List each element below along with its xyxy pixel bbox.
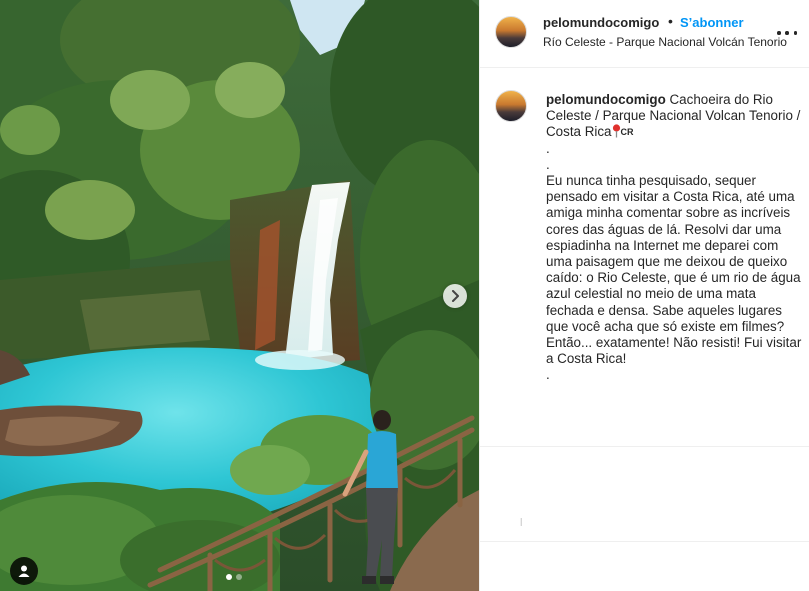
header-separator: • xyxy=(668,13,673,29)
more-dot-icon xyxy=(777,31,781,35)
flag-code: CR xyxy=(620,127,634,138)
more-options-button[interactable] xyxy=(777,26,797,40)
carousel-indicator xyxy=(226,574,242,580)
caption-avatar[interactable] xyxy=(495,90,527,122)
more-dot-icon xyxy=(793,31,797,35)
more-dot-icon xyxy=(785,31,789,35)
carousel-dot-active xyxy=(226,574,232,580)
tagged-users-button[interactable] xyxy=(10,557,38,585)
location-link[interactable]: Río Celeste - Parque Nacional Volcán Ten… xyxy=(543,35,787,49)
caption-body: Eu nunca tinha pesquisado, sequer pensad… xyxy=(546,173,802,367)
caption-dot: . xyxy=(546,156,550,172)
carousel-dot xyxy=(236,574,242,580)
comments-section[interactable]: pelomundocomigo Cachoeira do Rio Celeste… xyxy=(480,68,809,446)
waterfall-photo xyxy=(0,0,479,591)
faded-text: Ɩ xyxy=(520,517,523,529)
carousel-next-button[interactable] xyxy=(443,284,467,308)
post-caption: pelomundocomigo Cachoeira do Rio Celeste… xyxy=(546,92,802,384)
divider xyxy=(480,541,809,542)
caption-dot: . xyxy=(546,367,550,383)
caption-dot: . xyxy=(546,140,550,156)
caption-username[interactable]: pelomundocomigo xyxy=(546,92,666,107)
post-media[interactable] xyxy=(0,0,479,591)
instagram-post: pelomundocomigo • S’abonner Río Celeste … xyxy=(0,0,809,591)
avatar[interactable] xyxy=(495,16,527,48)
post-details-panel: pelomundocomigo • S’abonner Río Celeste … xyxy=(479,0,809,591)
divider xyxy=(480,446,809,447)
user-tag-icon xyxy=(18,565,30,577)
chevron-right-icon xyxy=(452,290,459,302)
header-username[interactable]: pelomundocomigo xyxy=(543,15,659,30)
follow-button[interactable]: S’abonner xyxy=(680,15,744,30)
round-pushpin-icon xyxy=(612,124,620,138)
post-header: pelomundocomigo • S’abonner Río Celeste … xyxy=(480,0,809,68)
